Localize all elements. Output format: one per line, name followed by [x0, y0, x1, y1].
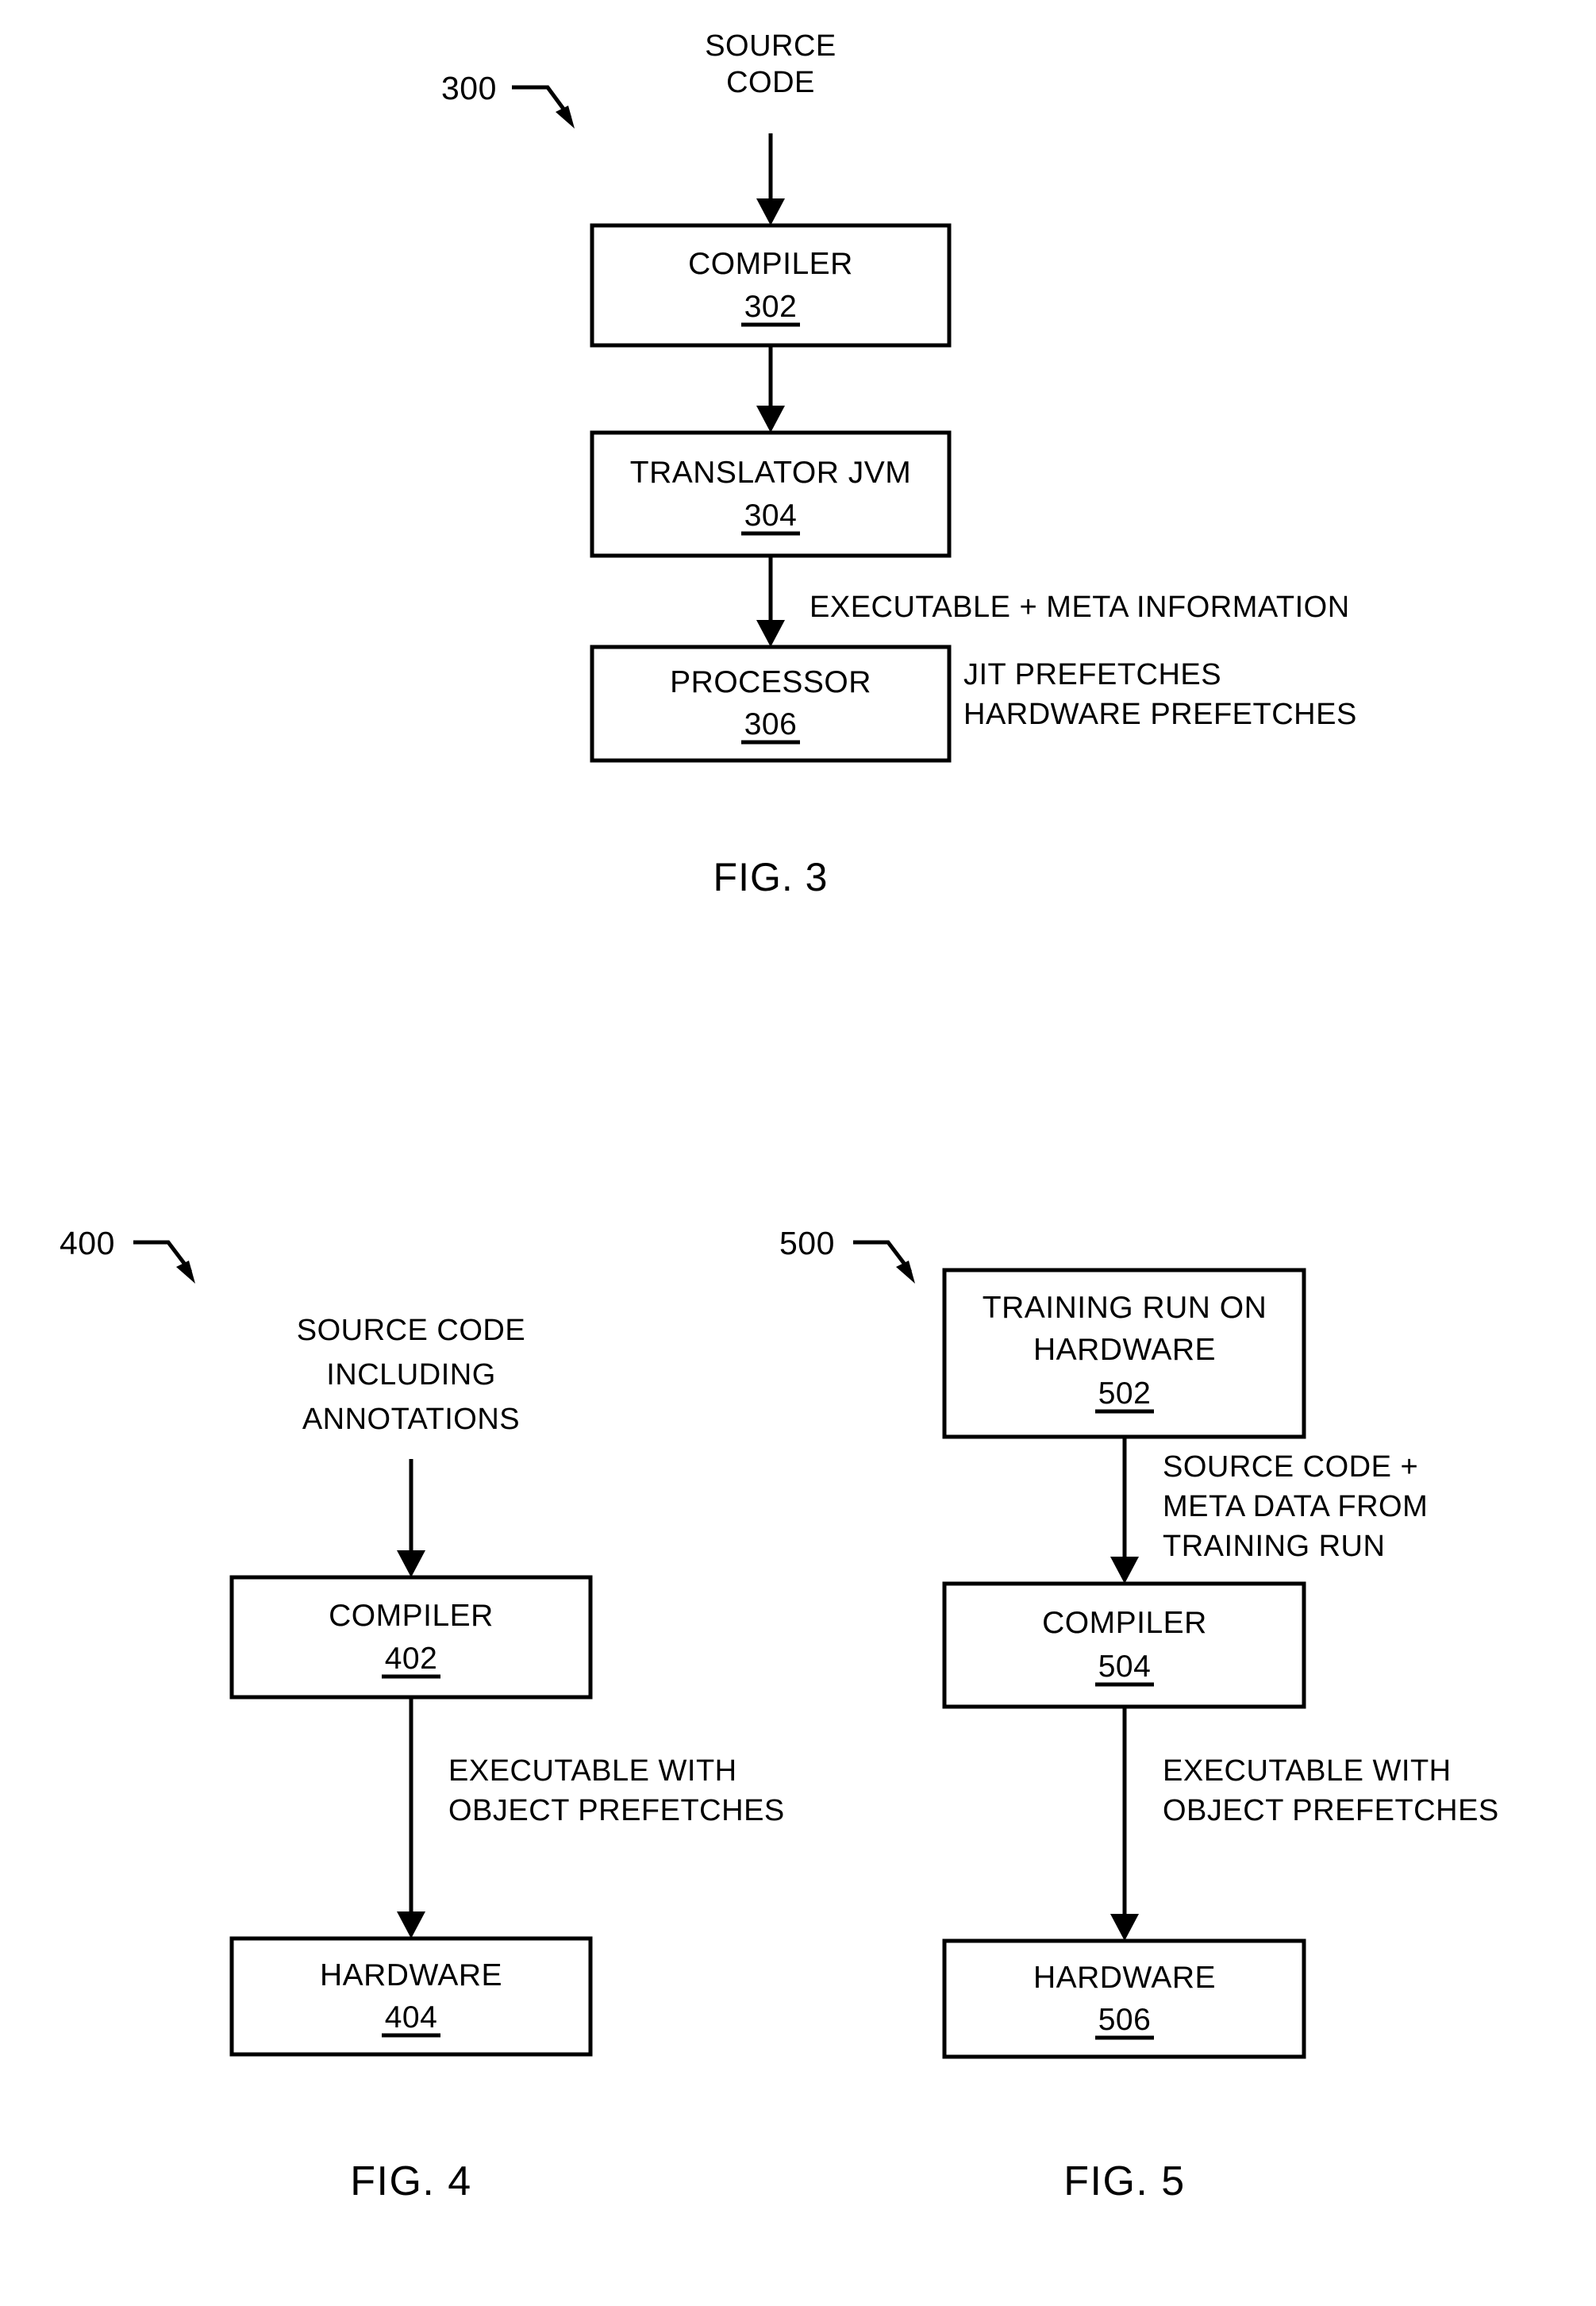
fig3-leader-arrow — [512, 85, 575, 129]
fig3-source-code-line1: SOURCE — [705, 29, 836, 63]
fig5-box-compiler-ref: 504 — [1098, 1650, 1152, 1684]
fig5-arrow-compiler-to-hardware — [1110, 1707, 1139, 1941]
fig4-box-hardware: HARDWARE 404 — [229, 1936, 593, 2057]
fig3-side-label-hardware-prefetches: HARDWARE PREFETCHES — [963, 698, 1357, 731]
fig3-box-translator-label: TRANSLATOR JVM — [630, 456, 911, 490]
fig4-box-hardware-label: HARDWARE — [320, 1958, 502, 1992]
fig3-side-label-jit-prefetches: JIT PREFETCHES — [963, 658, 1221, 691]
fig5-box-hardware: HARDWARE 506 — [942, 1938, 1306, 2059]
fig5-edge2-label-line2: OBJECT PREFETCHES — [1163, 1794, 1499, 1827]
fig3-box-compiler-ref: 302 — [744, 290, 798, 324]
fig5-box-training-line1: TRAINING RUN ON — [983, 1291, 1267, 1325]
fig4-arrow-source-to-compiler — [397, 1459, 425, 1577]
fig3-arrow-compiler-to-translator — [756, 345, 785, 433]
fig5-box-training-run: TRAINING RUN ON HARDWARE 502 — [942, 1268, 1306, 1439]
fig3-caption: FIG. 3 — [713, 855, 829, 899]
fig4-source-label-line3: ANNOTATIONS — [302, 1403, 520, 1436]
fig4-source-label-line2: INCLUDING — [326, 1358, 496, 1392]
fig5-box-compiler-label: COMPILER — [1042, 1606, 1207, 1640]
fig5-box-hardware-label: HARDWARE — [1033, 1961, 1216, 1995]
fig5-box-compiler: COMPILER 504 — [942, 1581, 1306, 1709]
fig3-box-translator-ref: 304 — [744, 499, 798, 533]
fig4-leader-label: 400 — [60, 1225, 115, 1261]
fig5-caption: FIG. 5 — [1063, 2158, 1185, 2204]
fig4-box-compiler-ref: 402 — [385, 1642, 438, 1676]
fig4-box-hardware-ref: 404 — [385, 2000, 438, 2035]
fig3-box-compiler: COMPILER 302 — [590, 223, 952, 348]
fig3-arrow-translator-to-processor — [756, 556, 785, 647]
fig3-edge-label-executable-meta: EXECUTABLE + META INFORMATION — [810, 591, 1350, 624]
fig4-leader-arrow — [133, 1240, 195, 1284]
fig4-caption: FIG. 4 — [350, 2158, 471, 2204]
fig5-edge1-label-line1: SOURCE CODE + — [1163, 1450, 1418, 1484]
fig5-leader-arrow — [853, 1240, 915, 1284]
fig5-edge1-label-line3: TRAINING RUN — [1163, 1530, 1385, 1563]
fig4-edge-label-line2: OBJECT PREFETCHES — [448, 1794, 785, 1827]
fig4-source-label-line1: SOURCE CODE — [297, 1314, 525, 1347]
patent-figures-svg: 300 SOURCE CODE COMPILER 302 TRANSLATOR … — [60, 29, 1499, 2204]
fig5-box-training-ref: 502 — [1098, 1376, 1152, 1411]
fig3-box-processor-ref: 306 — [744, 707, 798, 741]
fig5-edge1-label-line2: META DATA FROM — [1163, 1490, 1428, 1523]
fig3-box-compiler-label: COMPILER — [688, 247, 853, 281]
fig5-edge2-label-line1: EXECUTABLE WITH — [1163, 1754, 1452, 1788]
fig3-source-code-line2: CODE — [726, 66, 815, 99]
fig4-box-compiler: COMPILER 402 — [229, 1575, 593, 1700]
fig3-leader-label: 300 — [441, 70, 497, 106]
fig4-box-compiler-label: COMPILER — [329, 1599, 494, 1633]
patent-drawing-sheet: 300 SOURCE CODE COMPILER 302 TRANSLATOR … — [0, 0, 1596, 2306]
fig3-arrow-source-to-compiler — [756, 133, 785, 225]
figure-5: 500 TRAINING RUN ON HARDWARE 502 SOURCE … — [779, 1225, 1499, 2204]
fig3-box-processor-label: PROCESSOR — [670, 665, 871, 699]
fig5-arrow-training-to-compiler — [1110, 1437, 1139, 1584]
fig4-edge-label-line1: EXECUTABLE WITH — [448, 1754, 737, 1788]
fig5-box-hardware-ref: 506 — [1098, 2003, 1152, 2037]
fig3-box-translator-jvm: TRANSLATOR JVM 304 — [590, 430, 952, 558]
fig5-box-training-line2: HARDWARE — [1033, 1333, 1216, 1367]
figure-4: 400 SOURCE CODE INCLUDING ANNOTATIONS CO… — [60, 1225, 785, 2204]
figure-3: 300 SOURCE CODE COMPILER 302 TRANSLATOR … — [441, 29, 1357, 899]
fig5-leader-label: 500 — [779, 1225, 835, 1261]
fig3-box-processor: PROCESSOR 306 — [590, 645, 952, 763]
fig4-arrow-compiler-to-hardware — [397, 1697, 425, 1938]
